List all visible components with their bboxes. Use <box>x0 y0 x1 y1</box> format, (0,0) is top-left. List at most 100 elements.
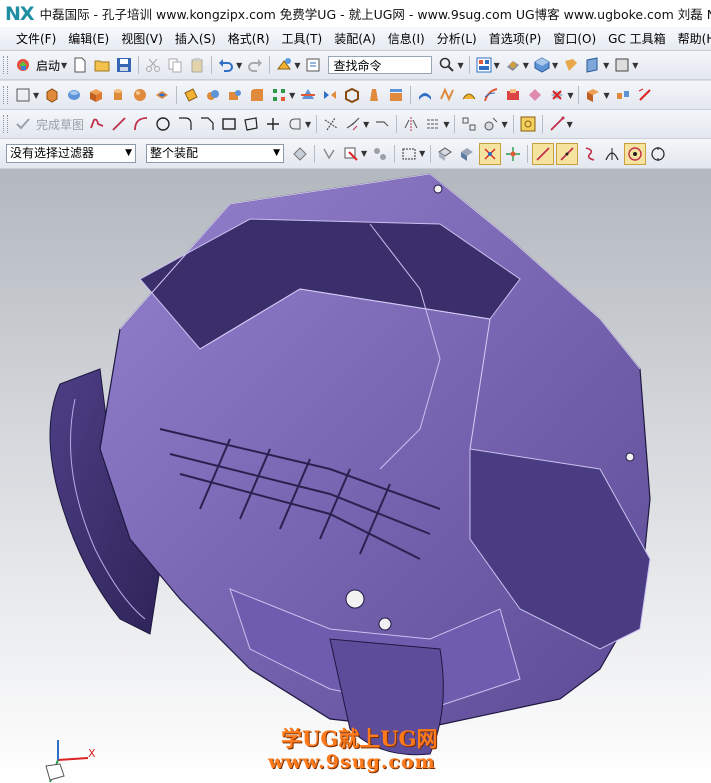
chamfer-icon[interactable] <box>197 114 217 134</box>
hole-icon[interactable] <box>152 85 172 105</box>
sketch-icon[interactable] <box>13 85 33 105</box>
start-icon[interactable] <box>13 55 33 75</box>
select-vertex-icon[interactable] <box>503 144 523 164</box>
curve-rule-icon[interactable] <box>370 144 390 164</box>
snap-selection-icon[interactable] <box>341 144 361 164</box>
clip-dropdown-icon[interactable]: ▼ <box>603 61 609 70</box>
revolve-icon[interactable] <box>64 85 84 105</box>
rectangle-icon[interactable] <box>219 114 239 134</box>
paste-icon[interactable] <box>187 55 207 75</box>
menu-format[interactable]: 格式(R) <box>222 30 276 47</box>
sphere-icon[interactable] <box>130 85 150 105</box>
menu-gc-toolkits[interactable]: GC 工具箱 <box>602 30 672 47</box>
rectangle-select-icon[interactable] <box>399 144 419 164</box>
copy-icon[interactable] <box>165 55 185 75</box>
toolbar-grip[interactable] <box>3 115 8 133</box>
sew-icon[interactable] <box>437 85 457 105</box>
new-file-icon[interactable] <box>70 55 90 75</box>
search-icon[interactable] <box>437 55 457 75</box>
constraints-icon[interactable] <box>459 114 479 134</box>
endpoint-snap-icon[interactable] <box>532 142 555 165</box>
selection-scope-select[interactable]: 整个装配 ▼ <box>146 144 284 163</box>
finish-sketch-icon[interactable] <box>13 114 33 134</box>
undo-icon[interactable] <box>216 55 236 75</box>
pattern-dropdown-icon[interactable]: ▼ <box>289 91 295 100</box>
component-dropdown-icon[interactable]: ▼ <box>603 91 609 100</box>
edge-dropdown-icon[interactable]: ▼ <box>632 61 638 70</box>
command-finder-input[interactable]: 查找命令 <box>328 56 433 74</box>
edge-display-icon[interactable] <box>612 55 632 75</box>
surface-icon[interactable] <box>459 85 479 105</box>
toolbar-grip[interactable] <box>3 56 8 74</box>
offset-curve-icon[interactable] <box>285 114 305 134</box>
mirror-icon[interactable] <box>320 85 340 105</box>
start-button-label[interactable]: 启动 <box>36 57 60 74</box>
select-face-icon[interactable] <box>457 144 477 164</box>
assembly-model[interactable] <box>0 169 711 783</box>
delete-face-icon[interactable] <box>547 85 567 105</box>
render-style-icon[interactable] <box>503 55 523 75</box>
menu-preferences[interactable]: 首选项(P) <box>483 30 548 47</box>
snap-dropdown-icon[interactable]: ▼ <box>361 149 367 158</box>
layout-icon[interactable] <box>474 55 494 75</box>
graphics-window[interactable] <box>0 169 711 783</box>
draft-icon[interactable] <box>364 85 384 105</box>
edge-blend-icon[interactable] <box>247 85 267 105</box>
undo-dropdown-icon[interactable]: ▼ <box>236 61 242 70</box>
fillet-icon[interactable] <box>175 114 195 134</box>
boolean-unite-icon[interactable] <box>203 85 223 105</box>
inspect-icon[interactable] <box>635 85 655 105</box>
synchronous-dropdown-icon[interactable]: ▼ <box>567 91 573 100</box>
selection-options-icon[interactable] <box>290 144 310 164</box>
synchronous-icon[interactable] <box>525 85 545 105</box>
line-icon[interactable] <box>109 114 129 134</box>
save-icon[interactable] <box>114 55 134 75</box>
thicken-icon[interactable] <box>415 85 435 105</box>
start-dropdown-icon[interactable]: ▼ <box>61 61 67 70</box>
layout-dropdown-icon[interactable]: ▼ <box>494 61 500 70</box>
menu-file[interactable]: 文件(F) <box>10 30 62 47</box>
arc-icon[interactable] <box>131 114 151 134</box>
clip-section-icon[interactable] <box>583 55 603 75</box>
menu-edit[interactable]: 编辑(E) <box>62 30 115 47</box>
offset-face-icon[interactable] <box>386 85 406 105</box>
snap-point-icon[interactable] <box>518 114 538 134</box>
control-point-snap-icon[interactable] <box>580 144 600 164</box>
cut-icon[interactable] <box>143 55 163 75</box>
menu-assemblies[interactable]: 装配(A) <box>328 30 382 47</box>
view-orient-icon[interactable] <box>532 55 552 75</box>
auto-constrain-icon[interactable] <box>481 114 501 134</box>
point-icon[interactable] <box>263 114 283 134</box>
intersection-snap-icon[interactable] <box>602 144 622 164</box>
pattern-icon[interactable] <box>269 85 289 105</box>
circle-icon[interactable] <box>153 114 173 134</box>
polygon-icon[interactable] <box>241 114 261 134</box>
view-orient-dropdown-icon[interactable]: ▼ <box>552 61 558 70</box>
spline-dropdown-icon[interactable]: ▼ <box>567 120 573 129</box>
block-icon[interactable] <box>86 85 106 105</box>
background-icon[interactable] <box>561 55 581 75</box>
assembly-constraint-icon[interactable] <box>613 85 633 105</box>
boolean-subtract-icon[interactable] <box>225 85 245 105</box>
menu-view[interactable]: 视图(V) <box>115 30 169 47</box>
search-dropdown-icon[interactable]: ▼ <box>457 61 463 70</box>
toolbar-grip[interactable] <box>3 86 8 104</box>
corner-icon[interactable] <box>372 114 392 134</box>
menu-tools[interactable]: 工具(T) <box>276 30 329 47</box>
studio-spline-icon[interactable] <box>547 114 567 134</box>
redo-icon[interactable] <box>245 55 265 75</box>
shell-icon[interactable] <box>342 85 362 105</box>
general-selection-intent-icon[interactable] <box>319 144 339 164</box>
menu-insert[interactable]: 插入(S) <box>169 30 222 47</box>
profile-icon[interactable] <box>87 114 107 134</box>
through-curves-icon[interactable] <box>481 85 501 105</box>
finish-sketch-label[interactable]: 完成草图 <box>36 116 84 133</box>
face-blend-icon[interactable] <box>503 85 523 105</box>
pattern-curve-icon[interactable] <box>423 114 443 134</box>
component-icon[interactable] <box>583 85 603 105</box>
command-finder-icon[interactable] <box>303 55 323 75</box>
quick-extend-icon[interactable] <box>343 114 363 134</box>
select-body-icon[interactable] <box>435 144 455 164</box>
menu-analysis[interactable]: 分析(L) <box>431 30 483 47</box>
extrude-icon[interactable] <box>42 85 62 105</box>
